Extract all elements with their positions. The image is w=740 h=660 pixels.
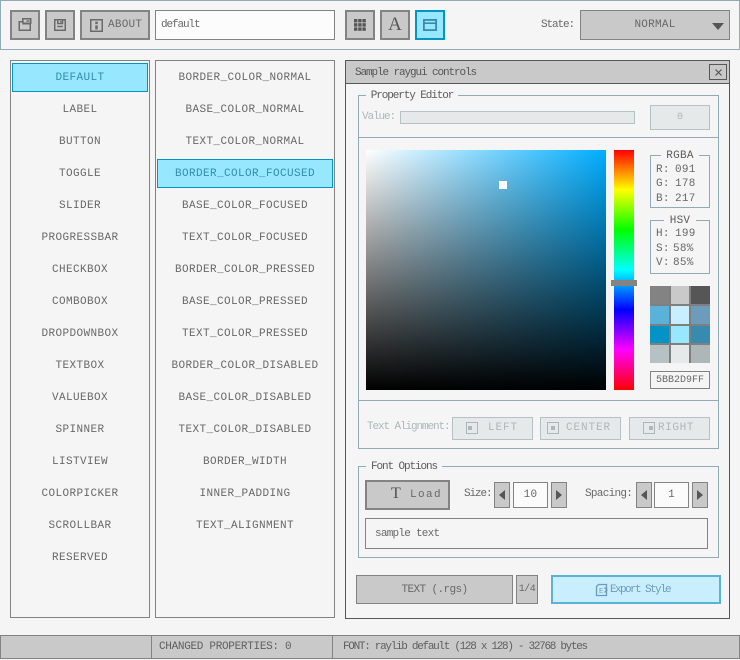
svg-text:E: E [599,588,603,596]
